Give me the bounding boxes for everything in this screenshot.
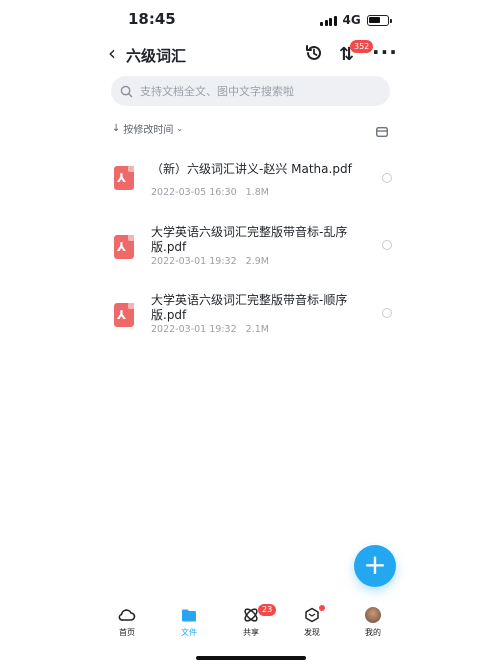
file-size: 2.1M xyxy=(245,324,269,335)
pdf-icon: ⅄ xyxy=(114,166,134,190)
header: ‹ 六级词汇 ⇅ 352 ··· xyxy=(0,40,500,70)
file-meta: 2022-03-01 19:32 2.9M xyxy=(151,256,269,267)
file-date: 2022-03-05 16:30 xyxy=(151,187,237,198)
tab-label: 首页 xyxy=(119,628,135,637)
file-date: 2022-03-01 19:32 xyxy=(151,256,237,267)
tab-label: 发现 xyxy=(304,628,320,637)
folder-icon xyxy=(169,606,209,624)
tab-discover[interactable]: 发现 xyxy=(292,606,332,638)
file-row[interactable]: ⅄ 大学英语六级词汇完整版带音标-顺序版.pdf 2022-03-01 19:3… xyxy=(108,293,398,355)
file-meta: 2022-03-05 16:30 1.8M xyxy=(151,187,269,198)
home-indicator xyxy=(196,656,306,660)
avatar xyxy=(365,607,381,623)
tab-label: 我的 xyxy=(365,628,381,637)
add-button[interactable]: + xyxy=(354,545,396,587)
file-name: 大学英语六级词汇完整版带音标-乱序版.pdf xyxy=(151,225,348,254)
file-meta: 2022-03-01 19:32 2.1M xyxy=(151,324,269,335)
transfer-count-badge: 352 xyxy=(350,40,374,53)
tab-home[interactable]: 首页 xyxy=(107,606,147,638)
tab-label: 文件 xyxy=(181,628,197,637)
search-bar[interactable] xyxy=(111,76,390,106)
list-view-icon[interactable] xyxy=(376,122,388,141)
arrow-down-icon: ↓ xyxy=(112,123,121,134)
select-radio[interactable] xyxy=(382,308,392,318)
chevron-left-icon[interactable]: ‹ xyxy=(108,41,116,65)
discover-icon xyxy=(292,606,332,624)
tab-label: 共享 xyxy=(243,628,259,637)
status-indicators: 4G xyxy=(320,13,392,27)
tab-files[interactable]: 文件 xyxy=(169,606,209,638)
cloud-icon xyxy=(107,606,147,624)
page-title: 六级词汇 xyxy=(126,47,187,65)
search-input[interactable] xyxy=(138,83,372,99)
file-size: 2.9M xyxy=(245,256,269,267)
notification-dot xyxy=(319,605,325,611)
select-radio[interactable] xyxy=(382,240,392,250)
share-badge: 23 xyxy=(258,604,277,616)
chevron-down-icon: ⌄ xyxy=(176,124,184,133)
file-row[interactable]: ⅄ （新）六级词汇讲义-赵兴 Matha.pdf 2022-03-05 16:3… xyxy=(108,162,398,224)
status-bar: 18:45 4G xyxy=(0,0,500,40)
pdf-icon: ⅄ xyxy=(114,235,134,259)
file-name: 大学英语六级词汇完整版带音标-顺序版.pdf xyxy=(151,293,348,322)
file-name: （新）六级词汇讲义-赵兴 Matha.pdf xyxy=(151,162,352,176)
history-icon[interactable] xyxy=(304,43,324,67)
signal-icon xyxy=(320,15,337,26)
file-date: 2022-03-01 19:32 xyxy=(151,324,237,335)
file-row[interactable]: ⅄ 大学英语六级词汇完整版带音标-乱序版.pdf 2022-03-01 19:3… xyxy=(108,225,398,287)
tab-bar: 首页 文件 共享 发现 我的 xyxy=(0,598,500,648)
pdf-icon: ⅄ xyxy=(114,303,134,327)
sort-selector[interactable]: ↓ 按修改时间 ⌄ xyxy=(112,121,183,136)
network-type: 4G xyxy=(342,13,361,27)
file-size: 1.8M xyxy=(245,187,269,198)
sort-label: 按修改时间 xyxy=(123,125,174,136)
battery-icon xyxy=(366,14,392,26)
status-time: 18:45 xyxy=(128,10,176,28)
select-radio[interactable] xyxy=(382,173,392,183)
tab-me[interactable]: 我的 xyxy=(353,606,393,638)
search-icon xyxy=(120,85,133,97)
more-icon[interactable]: ··· xyxy=(372,40,398,64)
